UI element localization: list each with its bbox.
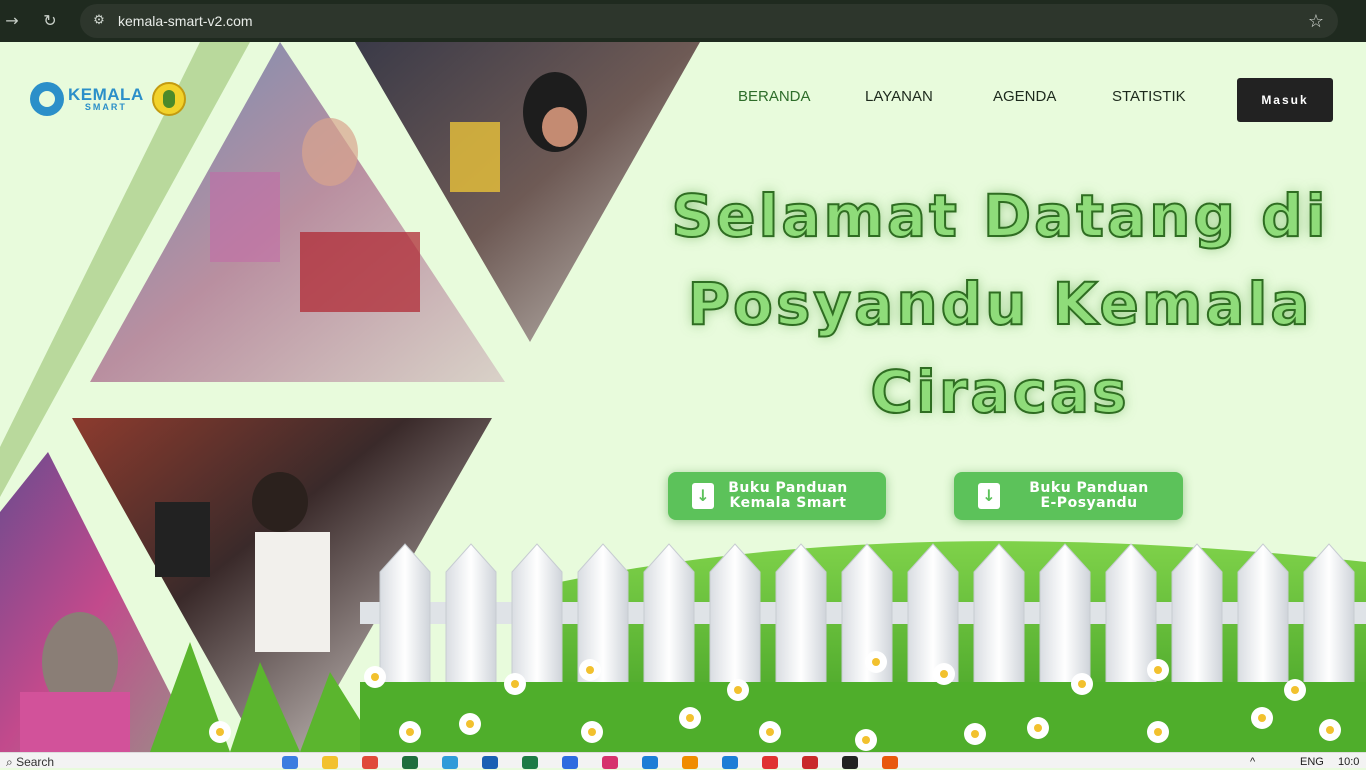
terminal-icon[interactable]: [842, 756, 858, 769]
pdf-icon[interactable]: [802, 756, 818, 769]
guide1-line1: Buku Panduan: [728, 480, 848, 496]
firefox-icon[interactable]: [682, 756, 698, 769]
app-icon[interactable]: [642, 756, 658, 769]
nav-statistik[interactable]: STATISTIK: [1112, 88, 1186, 105]
guide-kemala-smart-button[interactable]: ↓ Buku Panduan Kemala Smart: [668, 472, 886, 520]
download-file-icon: ↓: [692, 483, 714, 509]
guide-kemala-smart-label: Buku Panduan Kemala Smart: [728, 481, 848, 511]
download-file-icon: ↓: [978, 483, 1000, 509]
logo-text: KEMALA SMART: [68, 86, 144, 112]
vscode-icon[interactable]: [722, 756, 738, 769]
daisy: [579, 659, 601, 681]
daisy: [855, 729, 877, 751]
daisy: [865, 651, 887, 673]
daisy: [727, 679, 749, 701]
daisy: [1251, 707, 1273, 729]
reload-icon[interactable]: ↻: [40, 11, 60, 31]
clock[interactable]: 10:0: [1338, 756, 1359, 768]
logo[interactable]: KEMALA SMART: [30, 82, 186, 116]
daisy: [399, 721, 421, 743]
daisy: [459, 713, 481, 735]
daisy: [1147, 721, 1169, 743]
edge-icon[interactable]: [442, 756, 458, 769]
chrome-icon[interactable]: [362, 756, 378, 769]
widgets-icon[interactable]: [282, 756, 298, 769]
daisy: [933, 663, 955, 685]
chrome-icon-3[interactable]: [882, 756, 898, 769]
daisy: [1071, 673, 1093, 695]
daisy: [1027, 717, 1049, 739]
guide2-line2: E-Posyandu: [1040, 495, 1138, 511]
daisy: [504, 673, 526, 695]
language-indicator[interactable]: ENG: [1300, 756, 1324, 768]
nav-agenda[interactable]: AGENDA: [993, 88, 1056, 105]
daisy: [679, 707, 701, 729]
kemala-logo-icon: [30, 82, 64, 116]
logo-sub: SMART: [84, 102, 127, 112]
daisy: [759, 721, 781, 743]
site-info-icon[interactable]: ⚙: [90, 12, 108, 30]
bookmark-star-icon[interactable]: ☆: [1308, 11, 1324, 32]
guide1-line2: Kemala Smart: [729, 495, 847, 511]
chrome-icon-2[interactable]: [762, 756, 778, 769]
tray-chevron-icon[interactable]: ^: [1250, 756, 1255, 768]
government-seal-icon: [151, 82, 186, 116]
outlook-icon[interactable]: [482, 756, 498, 769]
browser-toolbar: → ↻ ⚙ kemala-smart-v2.com ☆: [0, 0, 1366, 42]
hero-line-2: Posyandu Kemala: [687, 269, 1313, 339]
daisy: [209, 721, 231, 743]
daisy: [1284, 679, 1306, 701]
taskbar-search-label: Search: [16, 755, 55, 769]
daisy: [964, 723, 986, 745]
zoom-icon[interactable]: [562, 756, 578, 769]
daisy: [1147, 659, 1169, 681]
daisy: [364, 666, 386, 688]
daisy: [581, 721, 603, 743]
guide-e-posyandu-label: Buku Panduan E-Posyandu: [1014, 481, 1164, 511]
url-text: kemala-smart-v2.com: [118, 13, 253, 29]
logo-name: KEMALA: [68, 85, 144, 104]
excel-icon[interactable]: [522, 756, 538, 769]
hero-title: Selamat Datang di Posyandu Kemala Ciraca…: [640, 172, 1360, 436]
forward-icon[interactable]: →: [2, 11, 22, 31]
guide2-line1: Buku Panduan: [1029, 480, 1149, 496]
hero-line-3: Ciracas: [869, 357, 1130, 427]
file-explorer-icon[interactable]: [322, 756, 338, 769]
hero-line-1: Selamat Datang di: [670, 181, 1329, 251]
address-bar[interactable]: ⚙ kemala-smart-v2.com ☆: [80, 4, 1338, 38]
login-button[interactable]: Masuk: [1237, 78, 1333, 122]
store-icon[interactable]: [402, 756, 418, 769]
nav-layanan[interactable]: LAYANAN: [865, 88, 933, 105]
grass-left: [150, 642, 380, 752]
nav-beranda[interactable]: BERANDA: [738, 88, 811, 105]
taskbar: ⌕ Search ^ ENG 10:0: [0, 752, 1366, 769]
instagram-icon[interactable]: [602, 756, 618, 769]
page: KEMALA SMART BERANDA LAYANAN AGENDA STAT…: [0, 42, 1366, 752]
guide-e-posyandu-button[interactable]: ↓ Buku Panduan E-Posyandu: [954, 472, 1183, 520]
daisy: [1319, 719, 1341, 741]
